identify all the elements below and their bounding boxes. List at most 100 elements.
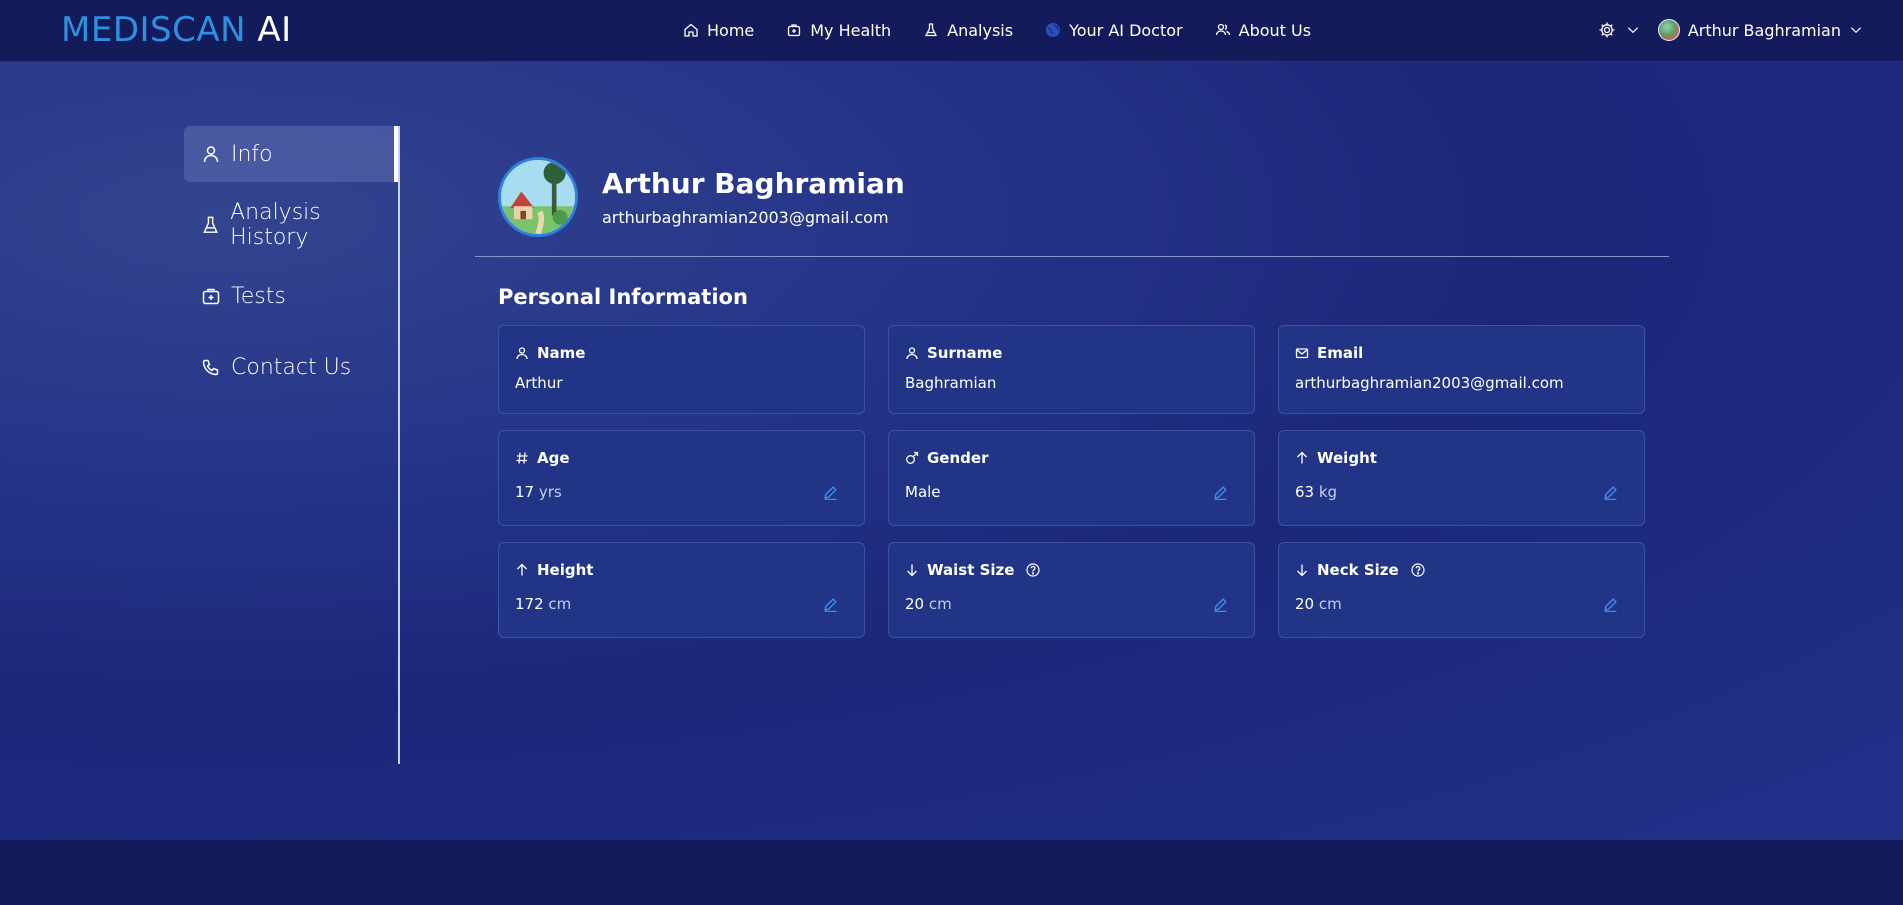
nav-home[interactable]: Home [683,21,754,40]
top-navbar: MEDISCAN AI Home My Health Analysis Your… [0,0,1903,62]
sidebar-item-info[interactable]: Info [184,126,398,182]
field-value: 17 yrs [515,483,848,501]
name-value: Arthur [515,374,563,392]
field-card-age: Age 17 yrs [498,430,865,526]
field-value: 63 kg [1295,483,1628,501]
waist-unit: cm [928,595,952,613]
neck-value: 20 [1295,595,1315,613]
profile-header: Arthur Baghramian arthurbaghramian2003@g… [498,152,905,242]
field-label-text: Email [1317,344,1364,362]
nav-my-health[interactable]: My Health [786,21,891,40]
edit-icon[interactable] [1213,597,1228,612]
profile-sidebar: Info Analysis History Tests Contact Us [184,126,400,764]
nav-my-health-label: My Health [810,20,892,40]
field-label-text: Height [537,561,594,579]
divider [475,256,1669,257]
section-title: Personal Information [498,285,748,309]
sidebar-item-analysis-history[interactable]: Analysis History [184,197,398,253]
field-value: 20 cm [1295,595,1628,613]
field-label: Email [1295,344,1628,362]
edit-icon[interactable] [1603,485,1618,500]
field-label-text: Weight [1317,449,1377,467]
arrow-down-icon [907,564,917,577]
email-value: arthurbaghramian2003@gmail.com [1295,374,1564,392]
home-icon [684,23,698,37]
user-icon [516,347,528,360]
hash-icon [516,452,528,464]
field-card-waist-size: Waist Size 20 cm [888,542,1255,638]
logo-brand: MEDISCAN [61,10,247,50]
profile-name: Arthur Baghramian [602,167,905,200]
nav-about-us-label: About Us [1238,20,1312,40]
avatar-image [501,160,575,234]
edit-icon[interactable] [823,597,838,612]
surname-value: Baghramian [905,374,997,392]
user-icon [906,347,918,360]
mail-icon [1295,348,1309,359]
field-card-surname: Surname Baghramian [888,325,1255,414]
weight-value: 63 [1295,483,1315,501]
field-value: 20 cm [905,595,1238,613]
user-icon [203,146,219,163]
edit-icon[interactable] [1603,597,1618,612]
field-label-text: Gender [927,449,989,467]
field-label: Height [515,561,848,579]
field-label: Surname [905,344,1238,362]
user-name: Arthur Baghramian [1687,20,1841,40]
field-value: Arthur [515,374,848,392]
field-label: Age [515,449,848,467]
field-value: arthurbaghramian2003@gmail.com [1295,374,1628,392]
profile-email: arthurbaghramian2003@gmail.com [602,208,889,227]
header-right: Arthur Baghramian [1598,0,1863,60]
field-label: Waist Size [905,561,1238,579]
field-label: Name [515,344,848,362]
arrow-up-icon [1297,451,1307,464]
field-label: Weight [1295,449,1628,467]
phone-icon [202,359,219,376]
field-card-weight: Weight 63 kg [1278,430,1645,526]
height-value: 172 [515,595,544,613]
field-label-text: Waist Size [927,561,1015,579]
sidebar-item-contact-us[interactable]: Contact Us [184,339,398,395]
nav-ai-doctor[interactable]: Your AI Doctor [1045,21,1183,40]
avatar[interactable] [498,157,578,237]
nav-home-label: Home [707,20,755,40]
neck-unit: cm [1318,595,1342,613]
sidebar-item-tests[interactable]: Tests [184,268,398,324]
edit-icon[interactable] [1213,485,1228,500]
field-card-email: Email arthurbaghramian2003@gmail.com [1278,325,1645,414]
male-icon [906,451,919,464]
globe-icon [1046,23,1061,37]
medical-kit-icon [202,288,220,305]
footer [0,840,1903,905]
field-label: Neck Size [1295,561,1628,579]
nav-about-us[interactable]: About Us [1215,21,1311,40]
field-label-text: Name [537,344,586,362]
nav-analysis[interactable]: Analysis [923,21,1013,40]
main-content: Info Analysis History Tests Contact Us A… [0,62,1903,840]
field-card-name: Name Arthur [498,325,865,414]
field-value: Male [905,483,1238,501]
help-icon[interactable] [1026,563,1041,577]
logo[interactable]: MEDISCAN AI [61,10,292,50]
waist-value: 20 [905,595,925,613]
nav-analysis-label: Analysis [947,20,1014,40]
edit-icon[interactable] [823,485,838,500]
gender-value: Male [905,483,941,501]
age-unit: yrs [538,483,562,501]
sidebar-item-label: Tests [231,283,286,309]
field-value: 172 cm [515,595,848,613]
field-card-height: Height 172 cm [498,542,865,638]
arrow-up-icon [517,563,527,576]
arrow-down-icon [1297,564,1307,577]
avatar [1657,19,1680,41]
field-value: Baghramian [905,374,1238,392]
height-unit: cm [548,595,572,613]
help-icon[interactable] [1411,563,1425,577]
field-label-text: Neck Size [1317,561,1399,579]
user-menu[interactable]: Arthur Baghramian [1657,19,1863,41]
sidebar-item-label: Contact Us [231,354,352,380]
flask-icon [925,23,938,37]
settings-dropdown[interactable] [1598,21,1640,39]
field-card-gender: Gender Male [888,430,1255,526]
